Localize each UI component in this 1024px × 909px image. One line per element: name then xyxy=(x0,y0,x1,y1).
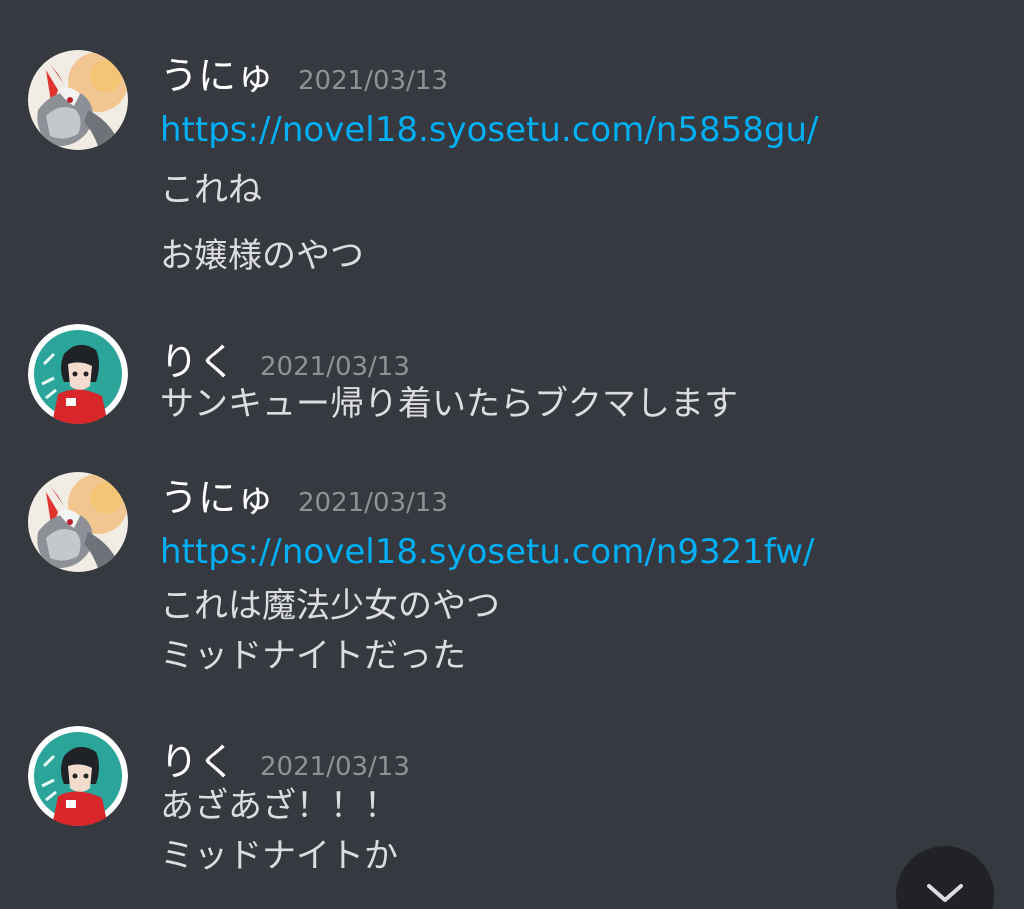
chevron-down-icon xyxy=(927,884,963,902)
message-text: ミッドナイトか xyxy=(160,836,398,876)
anime-boy-avatar-icon[interactable] xyxy=(28,324,128,424)
message-text: あざあざ！！！ xyxy=(160,786,398,826)
message-text: ミッドナイトだった xyxy=(160,636,466,676)
anime-boy-avatar-icon[interactable] xyxy=(28,726,128,826)
message-group: りく 2021/03/13 あざあざ！！！ ミッドナイトか xyxy=(0,710,1024,909)
message-group: うにゅ 2021/03/13 https://novel18.syosetu.c… xyxy=(0,0,1024,300)
message-header: りく 2021/03/13 xyxy=(160,338,410,386)
message-text: これね xyxy=(160,170,262,210)
timestamp: 2021/03/13 xyxy=(298,66,448,96)
message-text: お嬢様のやつ xyxy=(160,236,364,276)
message-text: サンキュー帰り着いたらブクマします xyxy=(160,384,738,424)
message-group: うにゅ 2021/03/13 https://novel18.syosetu.c… xyxy=(0,450,1024,710)
message-header: りく 2021/03/13 xyxy=(160,738,410,786)
message-group: りく 2021/03/13 サンキュー帰り着いたらブクマします xyxy=(0,300,1024,450)
message-header: うにゅ 2021/03/13 xyxy=(160,474,448,522)
message-link[interactable]: https://novel18.syosetu.com/n5858gu/ xyxy=(160,106,818,154)
red-fox-avatar-icon[interactable] xyxy=(28,472,128,572)
timestamp: 2021/03/13 xyxy=(298,488,448,518)
red-fox-avatar-icon[interactable] xyxy=(28,50,128,150)
username[interactable]: うにゅ xyxy=(160,52,274,100)
message-header: うにゅ 2021/03/13 xyxy=(160,52,448,100)
username[interactable]: りく xyxy=(160,738,236,786)
chat-message-list[interactable]: うにゅ 2021/03/13 https://novel18.syosetu.c… xyxy=(0,0,1024,909)
username[interactable]: うにゅ xyxy=(160,474,274,522)
username[interactable]: りく xyxy=(160,338,236,386)
message-link[interactable]: https://novel18.syosetu.com/n9321fw/ xyxy=(160,528,815,576)
message-text: これは魔法少女のやつ xyxy=(160,586,500,626)
